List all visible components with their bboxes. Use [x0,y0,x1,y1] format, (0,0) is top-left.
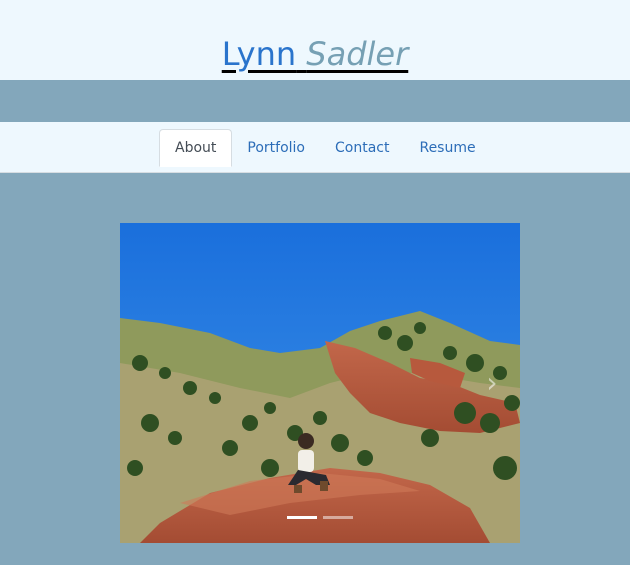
site-title-first-name: Lynn [221,35,297,73]
carousel-indicator[interactable] [287,516,317,519]
carousel-indicator[interactable] [323,516,353,519]
tab-resume[interactable]: Resume [404,129,490,167]
site-title-last-name: Sadler [306,35,409,73]
site-title-link[interactable]: Lynn Sadler [0,32,630,76]
tab-portfolio[interactable]: Portfolio [232,129,320,167]
tab-about[interactable]: About [159,129,233,167]
carousel-photo [120,223,520,543]
tab-contact[interactable]: Contact [320,129,404,167]
carousel-indicators [287,516,353,519]
photo-carousel[interactable]: › [120,223,520,543]
nav-bar: About Portfolio Contact Resume [0,122,630,173]
nav-tabs: About Portfolio Contact Resume [159,129,491,173]
chevron-right-icon[interactable]: › [482,365,502,401]
